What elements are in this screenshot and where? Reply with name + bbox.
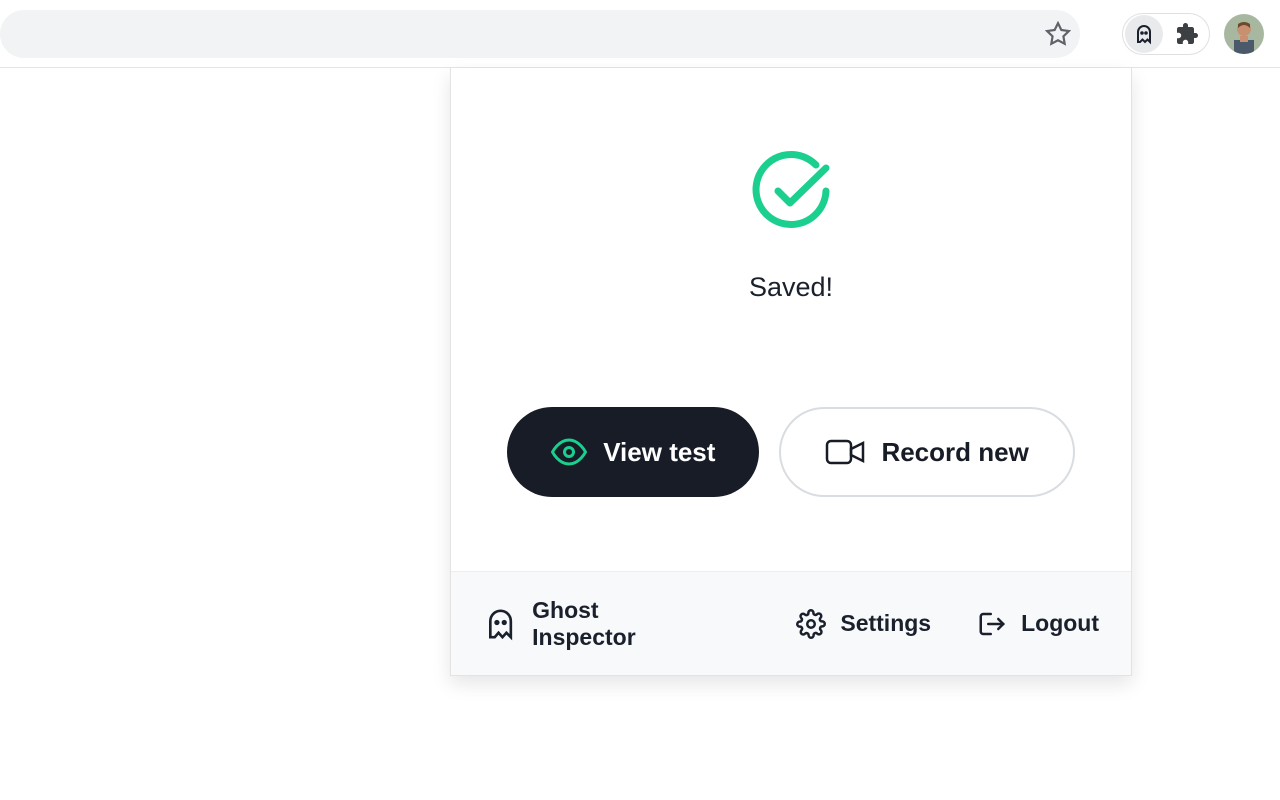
status-text: Saved! bbox=[749, 272, 833, 303]
popup-footer: Ghost Inspector Settings Logout bbox=[451, 571, 1131, 675]
logout-link[interactable]: Logout bbox=[977, 609, 1099, 639]
eye-icon bbox=[551, 434, 587, 470]
video-camera-icon bbox=[825, 437, 865, 467]
view-test-label: View test bbox=[603, 437, 715, 468]
popup-body: Saved! View test Record new bbox=[451, 68, 1131, 571]
logout-label: Logout bbox=[1021, 610, 1099, 637]
extensions-group bbox=[1122, 13, 1210, 55]
address-bar[interactable] bbox=[0, 10, 1080, 58]
brand-link[interactable]: Ghost Inspector bbox=[483, 597, 704, 651]
ghost-inspector-extension-icon[interactable] bbox=[1125, 15, 1163, 53]
bookmark-star-icon[interactable] bbox=[1044, 20, 1072, 48]
logout-icon bbox=[977, 609, 1007, 639]
settings-label: Settings bbox=[840, 610, 931, 637]
record-new-button[interactable]: Record new bbox=[779, 407, 1074, 497]
ghost-icon bbox=[483, 606, 518, 642]
profile-avatar[interactable] bbox=[1224, 14, 1264, 54]
record-new-label: Record new bbox=[881, 437, 1028, 468]
gear-icon bbox=[796, 609, 826, 639]
browser-toolbar bbox=[0, 0, 1280, 68]
view-test-button[interactable]: View test bbox=[507, 407, 759, 497]
success-checkmark-icon bbox=[746, 146, 836, 236]
settings-link[interactable]: Settings bbox=[796, 609, 931, 639]
extension-popup: Saved! View test Record new bbox=[450, 68, 1132, 676]
brand-label: Ghost Inspector bbox=[532, 597, 704, 651]
action-buttons: View test Record new bbox=[507, 407, 1075, 497]
extensions-puzzle-icon[interactable] bbox=[1173, 20, 1201, 48]
